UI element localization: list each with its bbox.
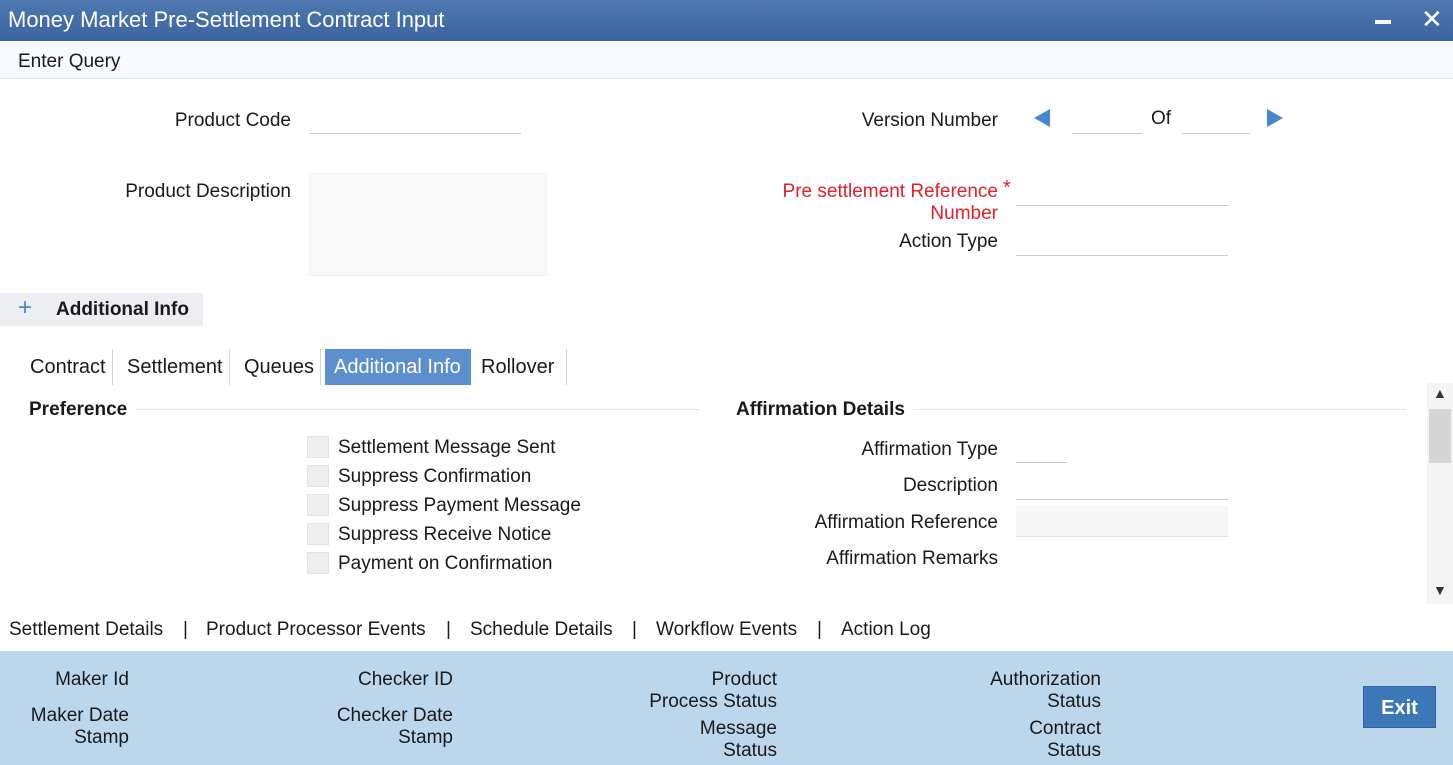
title-bar: Money Market Pre-Settlement Contract Inp… bbox=[0, 0, 1453, 41]
link-separator: | bbox=[632, 619, 637, 640]
affirmation-type-label: Affirmation Type bbox=[861, 439, 998, 460]
settlement-details-link[interactable]: Settlement Details bbox=[9, 619, 163, 641]
close-icon[interactable]: ✕ bbox=[1421, 5, 1443, 33]
tab-contract[interactable]: Contract bbox=[24, 349, 113, 385]
next-version-icon[interactable] bbox=[1267, 109, 1283, 127]
bottom-link-bar: Settlement Details | Product Processor E… bbox=[0, 604, 1453, 651]
suppress-payment-message-checkbox[interactable] bbox=[307, 494, 329, 516]
version-number-label: Version Number bbox=[861, 110, 998, 131]
tab-rollover[interactable]: Rollover bbox=[475, 349, 567, 385]
product-process-status-line1: Product bbox=[711, 669, 777, 690]
maker-date-stamp-line2: Stamp bbox=[74, 727, 129, 748]
affirmation-type-input[interactable] bbox=[1016, 439, 1067, 463]
link-separator: | bbox=[446, 619, 451, 640]
suppress-receive-notice-label: Suppress Receive Notice bbox=[338, 524, 552, 545]
checker-date-stamp-label: Checker Date Stamp bbox=[300, 705, 453, 749]
description-input[interactable] bbox=[1016, 476, 1228, 500]
checker-date-stamp-line1: Checker Date bbox=[336, 705, 453, 726]
suppress-payment-message-label: Suppress Payment Message bbox=[338, 495, 581, 516]
expand-plus-icon: + bbox=[18, 294, 33, 321]
contract-status-label: Contract Status bbox=[960, 718, 1101, 762]
tab-additional-info[interactable]: Additional Info bbox=[325, 349, 471, 385]
enter-query-menu[interactable]: Enter Query bbox=[18, 51, 120, 73]
product-process-status-line2: Process Status bbox=[649, 691, 777, 712]
exit-button[interactable]: Exit bbox=[1363, 686, 1436, 728]
message-status-label: Message Status bbox=[620, 718, 777, 762]
preference-heading: Preference bbox=[29, 399, 136, 421]
payment-on-confirmation-label: Payment on Confirmation bbox=[338, 553, 553, 574]
additional-info-toggle-label: Additional Info bbox=[56, 299, 189, 320]
required-asterisk: * bbox=[1003, 177, 1011, 199]
audit-footer: Maker Id Maker Date Stamp Checker ID Che… bbox=[0, 651, 1453, 765]
authorization-status-line2: Status bbox=[1047, 691, 1101, 712]
settlement-message-sent-checkbox[interactable] bbox=[307, 436, 329, 458]
affirmation-reference-label: Affirmation Reference bbox=[814, 512, 998, 533]
window-title: Money Market Pre-Settlement Contract Inp… bbox=[8, 7, 445, 32]
action-type-input[interactable] bbox=[1016, 232, 1228, 256]
action-type-label: Action Type bbox=[899, 231, 998, 252]
minimize-icon[interactable] bbox=[1375, 20, 1391, 24]
previous-version-icon[interactable] bbox=[1034, 109, 1050, 127]
affirmation-reference-input[interactable] bbox=[1016, 506, 1228, 537]
pre-settlement-ref-label-line1: Pre settlement Reference bbox=[782, 181, 998, 202]
checker-date-stamp-line2: Stamp bbox=[398, 727, 453, 748]
product-code-input[interactable] bbox=[309, 110, 521, 134]
product-processor-events-link[interactable]: Product Processor Events bbox=[206, 619, 426, 641]
suppress-confirmation-checkbox[interactable] bbox=[307, 465, 329, 487]
maker-date-stamp-line1: Maker Date bbox=[30, 705, 129, 726]
product-process-status-label: Product Process Status bbox=[620, 669, 777, 713]
suppress-confirmation-label: Suppress Confirmation bbox=[338, 466, 532, 487]
version-current-input[interactable] bbox=[1072, 110, 1142, 134]
suppress-receive-notice-checkbox[interactable] bbox=[307, 523, 329, 545]
scroll-thumb[interactable] bbox=[1429, 409, 1451, 463]
settlement-message-sent-label: Settlement Message Sent bbox=[338, 437, 556, 458]
product-description-textarea[interactable] bbox=[309, 173, 547, 276]
contract-status-line1: Contract bbox=[1029, 718, 1101, 739]
authorization-status-line1: Authorization bbox=[990, 669, 1101, 690]
contract-status-line2: Status bbox=[1047, 740, 1101, 761]
checker-id-label: Checker ID bbox=[357, 669, 453, 690]
link-separator: | bbox=[817, 619, 822, 640]
pre-settlement-ref-label-line2: Number bbox=[930, 203, 998, 224]
additional-info-toggle[interactable]: + Additional Info bbox=[0, 293, 203, 326]
version-total-input[interactable] bbox=[1182, 110, 1250, 134]
tab-settlement[interactable]: Settlement bbox=[121, 349, 230, 385]
scroll-down-icon[interactable]: ▼ bbox=[1433, 582, 1447, 598]
product-code-label: Product Code bbox=[174, 110, 291, 131]
maker-id-label: Maker Id bbox=[55, 669, 129, 690]
of-label: Of bbox=[1151, 108, 1172, 129]
scroll-up-icon[interactable]: ▲ bbox=[1433, 385, 1447, 401]
description-label: Description bbox=[902, 475, 998, 496]
link-separator: | bbox=[183, 619, 188, 640]
tab-queues[interactable]: Queues bbox=[238, 349, 322, 385]
vertical-scrollbar[interactable]: ▲ ▼ bbox=[1427, 383, 1453, 604]
message-status-line1: Message bbox=[699, 718, 777, 739]
affirmation-remarks-label: Affirmation Remarks bbox=[826, 548, 998, 569]
workflow-events-link[interactable]: Workflow Events bbox=[656, 619, 797, 641]
maker-date-stamp-label: Maker Date Stamp bbox=[10, 705, 129, 749]
affirmation-heading: Affirmation Details bbox=[736, 399, 913, 421]
schedule-details-link[interactable]: Schedule Details bbox=[470, 619, 613, 641]
authorization-status-label: Authorization Status bbox=[960, 669, 1101, 713]
action-log-link[interactable]: Action Log bbox=[841, 619, 931, 641]
menu-bar: Enter Query bbox=[0, 41, 1453, 79]
message-status-line2: Status bbox=[723, 740, 777, 761]
pre-settlement-ref-label: Pre settlement Reference Number bbox=[740, 181, 998, 225]
payment-on-confirmation-checkbox[interactable] bbox=[307, 552, 329, 574]
pre-settlement-ref-input[interactable] bbox=[1016, 182, 1228, 206]
product-description-label: Product Description bbox=[125, 181, 291, 202]
